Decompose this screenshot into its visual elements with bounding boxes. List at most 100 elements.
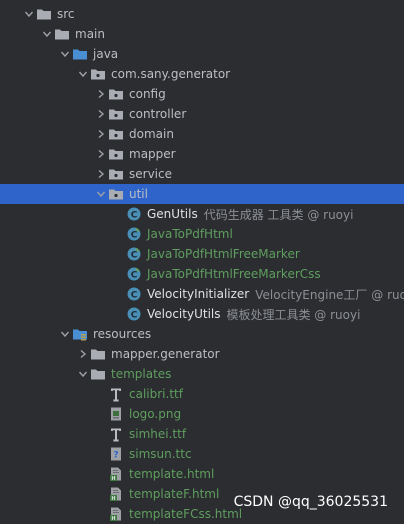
tree-row-label: domain xyxy=(129,127,174,141)
tree-row-label: controller xyxy=(129,107,187,121)
tree-row-templates[interactable]: templates xyxy=(0,364,404,384)
java-class-new-icon: C xyxy=(126,246,142,262)
tree-row-simhei[interactable]: simhei.ttf xyxy=(0,424,404,444)
tree-row-velocityinitializer[interactable]: C VelocityInitializer VelocityEngine工厂 @ r… xyxy=(0,284,404,304)
tree-row-resources[interactable]: resources xyxy=(0,324,404,344)
svg-text:C: C xyxy=(131,210,138,220)
svg-text:H: H xyxy=(111,516,115,522)
tree-row-com-sany-generator[interactable]: com.sany.generator xyxy=(0,64,404,84)
svg-text:H: H xyxy=(111,496,115,502)
tree-row-javatopdfhtmlfreemarkercss[interactable]: C JavaToPdfHtmlFreeMarkerCss xyxy=(0,264,404,284)
tree-row-src[interactable]: src xyxy=(0,4,404,24)
tree-row-label: java xyxy=(93,47,119,61)
chevron-down-icon[interactable] xyxy=(58,324,72,344)
html-file-icon: H xyxy=(108,486,124,502)
watermark: CSDN @qq_36025531 xyxy=(233,494,388,510)
folder-icon xyxy=(90,366,106,382)
chevron-right-icon[interactable] xyxy=(94,84,108,104)
tree-row-java[interactable]: java xyxy=(0,44,404,64)
project-tree: src main java com.sany.generator config contr… xyxy=(0,0,404,524)
svg-text:C: C xyxy=(131,310,138,320)
tree-row-label: templateF.html xyxy=(129,487,220,501)
tree-row-mapper-generator[interactable]: mapper.generator xyxy=(0,344,404,364)
chevron-right-icon[interactable] xyxy=(94,144,108,164)
tree-row-logo[interactable]: logo.png xyxy=(0,404,404,424)
tree-row-calibri[interactable]: calibri.ttf xyxy=(0,384,404,404)
package-icon xyxy=(108,186,124,202)
tree-row-util[interactable]: util xyxy=(0,184,404,204)
folder-icon xyxy=(90,346,106,362)
tree-row-simsun[interactable]: ? simsun.ttc xyxy=(0,444,404,464)
tree-row-javatopdfhtmlfreemarker[interactable]: C JavaToPdfHtmlFreeMarker xyxy=(0,244,404,264)
svg-text:H: H xyxy=(111,476,115,482)
tree-row-label: config xyxy=(129,87,166,101)
tree-row-label: JavaToPdfHtmlFreeMarker xyxy=(147,247,300,261)
svg-text:C: C xyxy=(131,290,138,300)
java-class-icon: C xyxy=(126,206,142,222)
tree-row-label: VelocityUtils xyxy=(147,307,221,321)
svg-text:?: ? xyxy=(113,451,118,461)
chevron-right-icon[interactable] xyxy=(94,124,108,144)
tree-row-label: VelocityInitializer xyxy=(147,287,250,301)
tree-row-label: templateFCss.html xyxy=(129,507,243,521)
svg-text:C: C xyxy=(131,250,138,260)
chevron-down-icon[interactable] xyxy=(76,364,90,384)
folder-icon xyxy=(36,6,52,22)
tree-row-description: 代码生成器 工具类 @ ruoyi xyxy=(203,207,354,222)
image-file-icon xyxy=(108,406,124,422)
package-icon xyxy=(108,146,124,162)
tree-row-template-html[interactable]: Htemplate.html xyxy=(0,464,404,484)
folder-icon xyxy=(54,26,70,42)
chevron-right-icon[interactable] xyxy=(94,164,108,184)
chevron-down-icon[interactable] xyxy=(22,4,36,24)
chevron-right-icon[interactable] xyxy=(94,104,108,124)
tree-row-controller[interactable]: controller xyxy=(0,104,404,124)
package-icon xyxy=(108,126,124,142)
tree-row-label: com.sany.generator xyxy=(111,67,231,81)
tree-row-label: JavaToPdfHtmlFreeMarkerCss xyxy=(147,267,321,281)
tree-row-label: calibri.ttf xyxy=(129,387,183,401)
tree-row-label: simsun.ttc xyxy=(129,447,192,461)
package-icon xyxy=(108,86,124,102)
tree-row-label: template.html xyxy=(129,467,215,481)
tree-row-label: mapper xyxy=(129,147,176,161)
tree-row-label: logo.png xyxy=(129,407,182,421)
tree-row-mapper[interactable]: mapper xyxy=(0,144,404,164)
tree-row-label: src xyxy=(57,7,75,21)
java-class-icon: C xyxy=(126,306,142,322)
html-file-icon: H xyxy=(108,466,124,482)
chevron-down-icon[interactable] xyxy=(58,44,72,64)
html-file-icon: H xyxy=(108,506,124,522)
tree-row-genutils[interactable]: C GenUtils 代码生成器 工具类 @ ruoyi xyxy=(0,204,404,224)
resources-folder-icon xyxy=(72,326,88,342)
tree-row-velocityutils[interactable]: C VelocityUtils 模板处理工具类 @ ruoyi xyxy=(0,304,404,324)
svg-text:C: C xyxy=(131,270,138,280)
tree-row-main[interactable]: main xyxy=(0,24,404,44)
source-folder-icon xyxy=(72,46,88,62)
chevron-down-icon[interactable] xyxy=(40,24,54,44)
tree-row-label: service xyxy=(129,167,172,181)
unknown-file-icon: ? xyxy=(108,446,124,462)
chevron-down-icon[interactable] xyxy=(76,64,90,84)
tree-row-label: simhei.ttf xyxy=(129,427,187,441)
package-icon xyxy=(90,66,106,82)
tree-row-label: main xyxy=(75,27,105,41)
chevron-down-icon[interactable] xyxy=(94,184,108,204)
tree-row-label: templates xyxy=(111,367,172,381)
svg-text:C: C xyxy=(131,230,138,240)
tree-row-description: 模板处理工具类 @ ruoyi xyxy=(226,307,361,322)
java-class-new-icon: C xyxy=(126,266,142,282)
tree-row-label: resources xyxy=(93,327,152,341)
tree-row-domain[interactable]: domain xyxy=(0,124,404,144)
tree-row-config[interactable]: config xyxy=(0,84,404,104)
font-file-icon xyxy=(108,426,124,442)
java-class-new-icon: C xyxy=(126,226,142,242)
java-class-icon: C xyxy=(126,286,142,302)
tree-row-javatopdfhtml[interactable]: C JavaToPdfHtml xyxy=(0,224,404,244)
package-icon xyxy=(108,106,124,122)
tree-row-label: JavaToPdfHtml xyxy=(147,227,233,241)
chevron-right-icon[interactable] xyxy=(76,344,90,364)
tree-row-label: GenUtils xyxy=(147,207,198,221)
package-icon xyxy=(108,166,124,182)
tree-row-service[interactable]: service xyxy=(0,164,404,184)
